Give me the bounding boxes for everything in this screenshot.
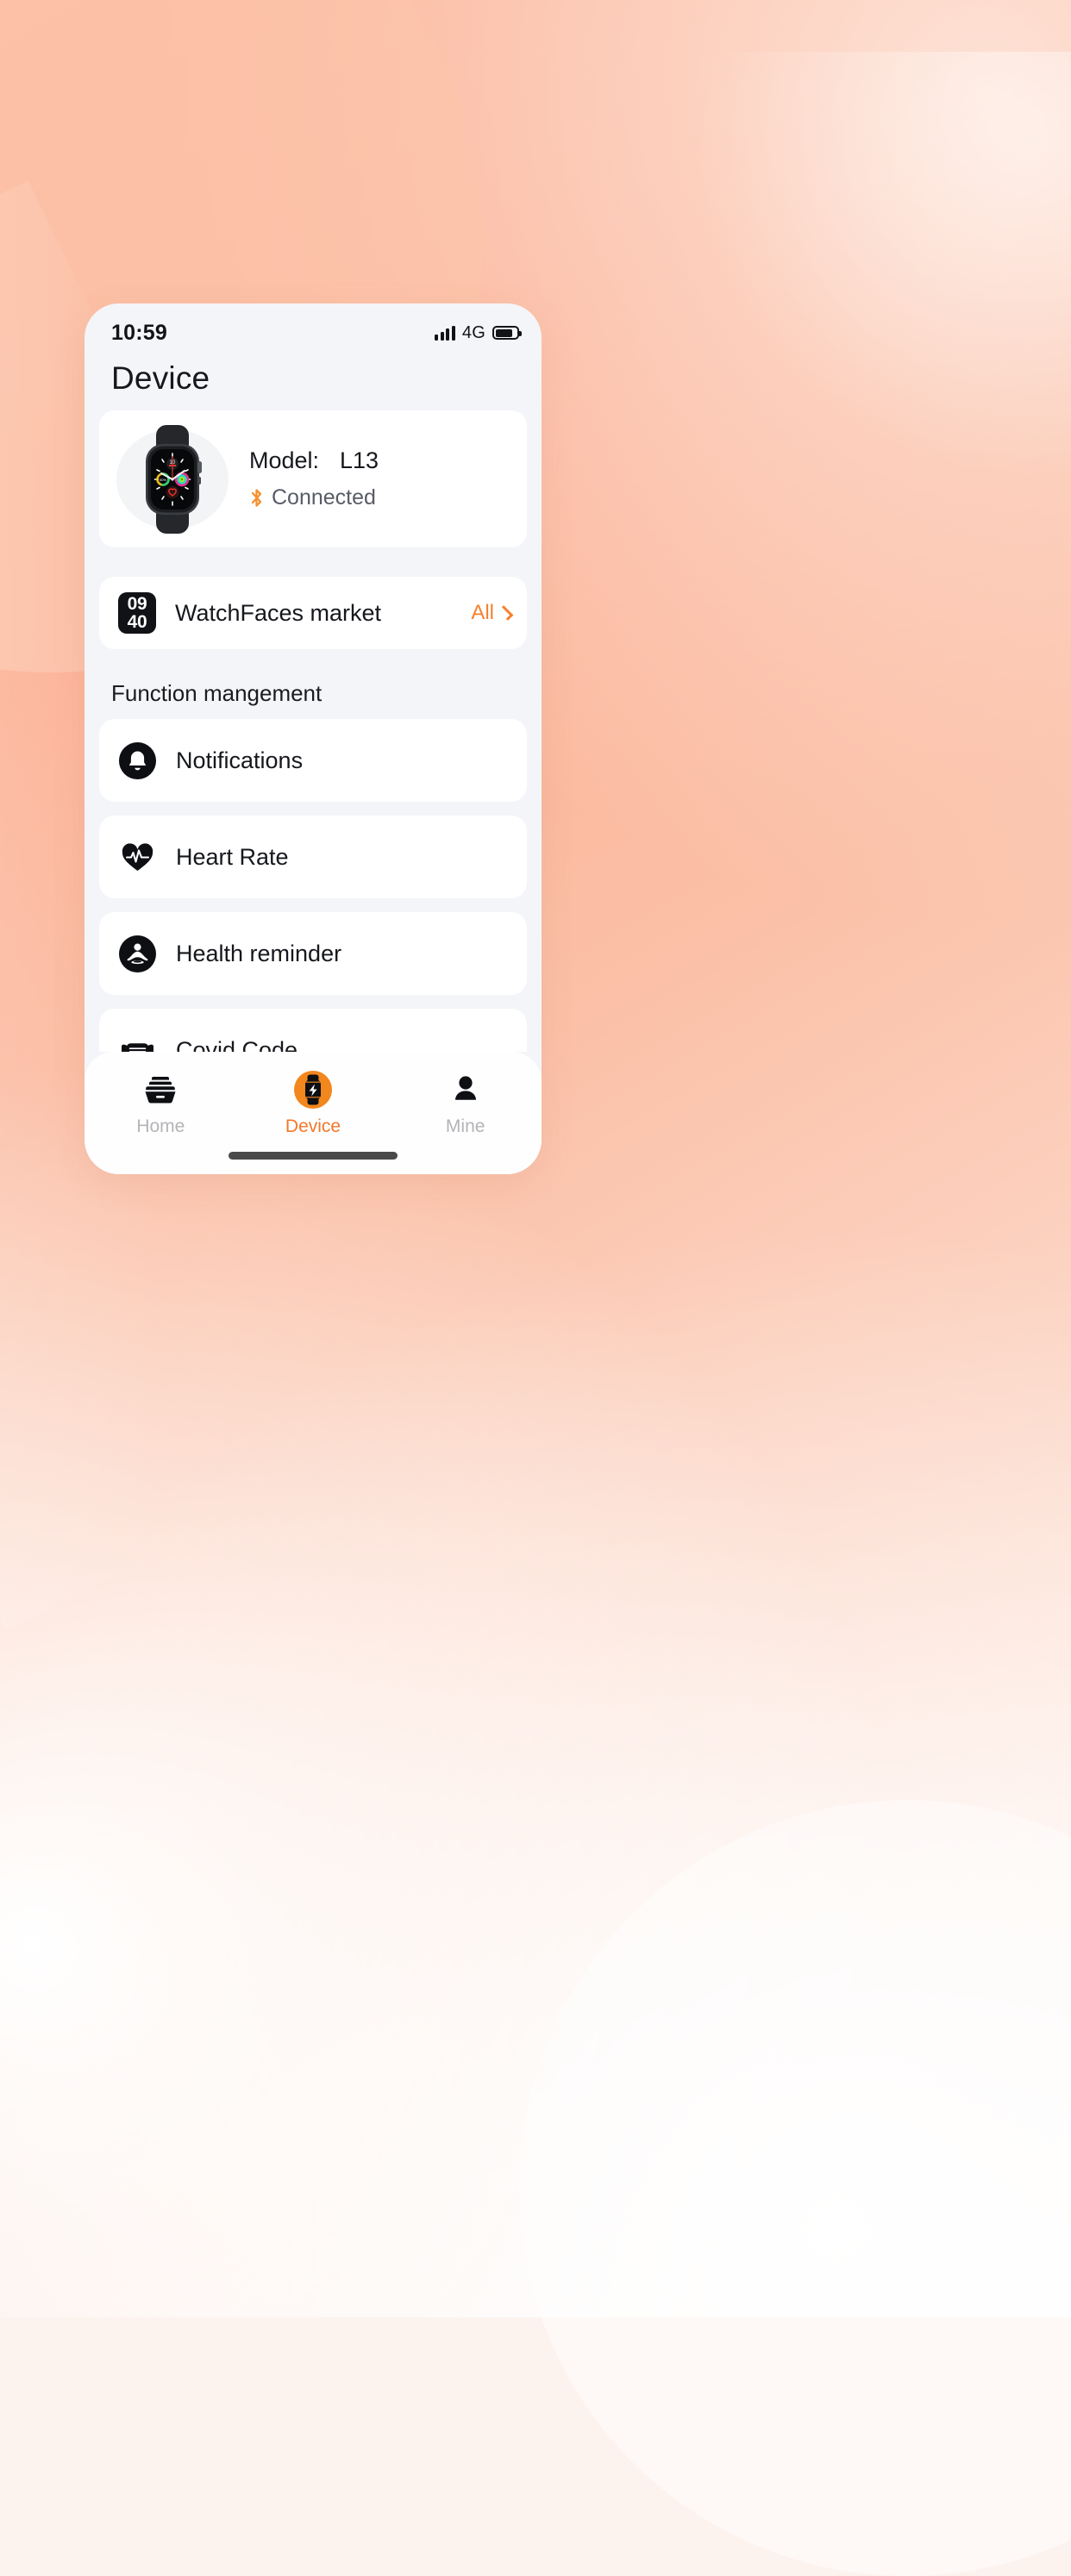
tab-label: Mine	[445, 1116, 485, 1136]
connection-row: Connected	[249, 485, 379, 510]
face-mask-icon	[119, 1032, 156, 1052]
network-type-label: 4G	[461, 322, 485, 342]
all-label: All	[471, 601, 494, 624]
bluetooth-icon	[251, 489, 262, 507]
watchfaces-market-row[interactable]: 09 40 WatchFaces market All	[99, 577, 527, 649]
watchfaces-all-link[interactable]: All	[471, 601, 514, 625]
watchface-hour: 09	[127, 593, 147, 614]
watchface-minute: 40	[127, 612, 147, 632]
status-indicators: 4G	[435, 322, 522, 343]
tab-home[interactable]: Home	[85, 1071, 237, 1137]
main-content: 10 50%	[85, 410, 542, 1052]
battery-icon	[492, 326, 522, 340]
tray-stack-icon	[141, 1071, 179, 1109]
signal-bars-icon	[435, 325, 455, 341]
watchface-thumbnail-icon: 09 40	[118, 592, 156, 634]
function-section-title: Function mangement	[111, 680, 323, 706]
function-label: Health reminder	[176, 940, 342, 966]
phone-screen: 10:59 4G Device 50% Model: L13 Connected…	[85, 303, 542, 1174]
model-value: L13	[340, 447, 379, 473]
bell-icon	[119, 741, 156, 779]
watch-bolt-icon	[293, 1071, 333, 1109]
chevron-right-icon	[498, 605, 514, 621]
watch-image-container: 10 50%	[116, 424, 229, 534]
function-row-health-reminder[interactable]: Health reminder	[99, 912, 527, 995]
device-info: Model: L13 Connected	[249, 447, 379, 510]
watchfaces-label: WatchFaces market	[175, 599, 382, 626]
bottom-tab-bar: Home Device Mine	[85, 1052, 542, 1174]
tab-label: Home	[136, 1116, 185, 1136]
smartwatch-illustration: 10 50%	[146, 424, 202, 534]
tab-device[interactable]: Device	[237, 1071, 390, 1137]
page-title: Device	[111, 360, 210, 396]
status-bar: 10:59 4G	[85, 303, 542, 353]
person-icon	[448, 1071, 483, 1109]
function-row-covid-code[interactable]: Covid Code	[99, 1009, 527, 1052]
function-label: Covid Code	[176, 1036, 298, 1053]
function-row-heart-rate[interactable]: Heart Rate	[99, 816, 527, 898]
meditation-icon	[119, 935, 156, 972]
function-row-notifications[interactable]: Notifications	[99, 719, 527, 802]
model-label: Model:	[249, 447, 320, 473]
home-indicator[interactable]	[229, 1152, 398, 1160]
status-time: 10:59	[111, 320, 167, 345]
tab-label: Device	[285, 1116, 341, 1136]
model-row: Model: L13	[249, 447, 379, 474]
tab-mine[interactable]: Mine	[389, 1071, 542, 1137]
svg-text:50%: 50%	[160, 478, 166, 482]
function-label: Heart Rate	[176, 843, 289, 870]
wallpaper-glow	[692, 52, 1071, 500]
function-label: Notifications	[176, 747, 304, 773]
heart-pulse-icon	[119, 839, 156, 876]
device-summary-card[interactable]: 10 50%	[99, 410, 527, 547]
connection-status: Connected	[272, 485, 376, 510]
